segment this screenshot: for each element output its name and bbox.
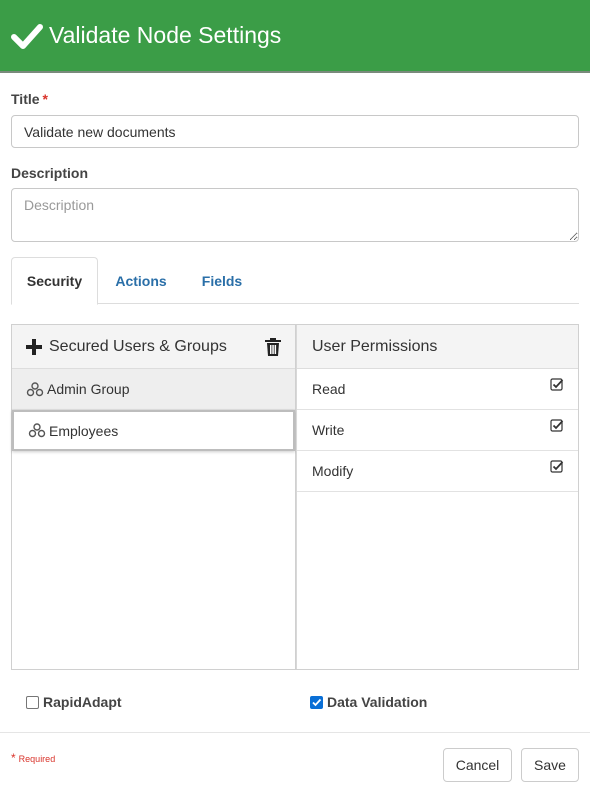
users-groups-panel: Secured Users & Groups Admin Group Emplo… bbox=[12, 325, 296, 669]
permission-row-modify: Modify bbox=[297, 451, 578, 492]
permission-label: Read bbox=[312, 381, 346, 397]
group-row-employees[interactable]: Employees bbox=[12, 410, 295, 451]
description-label: Description bbox=[11, 165, 89, 181]
checkbox-unchecked-icon[interactable] bbox=[26, 695, 39, 709]
plus-icon[interactable] bbox=[26, 338, 42, 355]
required-note: * Required bbox=[11, 751, 55, 765]
user-permissions-header: User Permissions bbox=[297, 325, 578, 369]
group-icon bbox=[28, 423, 46, 439]
tab-actions[interactable]: Actions bbox=[107, 257, 175, 304]
data-validation-checkbox[interactable]: Data Validation bbox=[310, 694, 427, 710]
save-button[interactable]: Save bbox=[521, 748, 579, 782]
checkbox-checked-icon[interactable] bbox=[310, 695, 323, 709]
checkbox-checked-icon[interactable] bbox=[550, 378, 564, 392]
title-label: Title * bbox=[11, 91, 48, 107]
permission-label: Modify bbox=[312, 463, 354, 479]
data-validation-label: Data Validation bbox=[327, 694, 428, 710]
permission-row-read: Read bbox=[297, 369, 578, 410]
required-star: * bbox=[11, 751, 16, 765]
required-star: * bbox=[42, 91, 48, 107]
users-groups-title: Secured Users & Groups bbox=[49, 337, 227, 355]
group-label: Employees bbox=[49, 422, 119, 439]
users-groups-header: Secured Users & Groups bbox=[12, 325, 295, 369]
tab-bar: Security Actions Fields bbox=[11, 257, 579, 305]
title-input[interactable] bbox=[11, 115, 579, 148]
permission-row-write: Write bbox=[297, 410, 578, 451]
required-text: Required bbox=[18, 754, 56, 764]
checkmark-icon bbox=[11, 20, 43, 52]
dialog-title: Validate Node Settings bbox=[49, 22, 282, 48]
user-permissions-title: User Permissions bbox=[312, 337, 438, 355]
rapidadapt-label: RapidAdapt bbox=[43, 694, 122, 710]
rapidadapt-checkbox[interactable]: RapidAdapt bbox=[26, 694, 122, 710]
cancel-button[interactable]: Cancel bbox=[443, 748, 512, 782]
permission-label: Write bbox=[312, 422, 345, 438]
dialog-header: Validate Node Settings bbox=[0, 0, 590, 73]
title-label-text: Title bbox=[11, 91, 40, 107]
trash-icon[interactable] bbox=[264, 337, 282, 357]
description-textarea[interactable] bbox=[11, 188, 579, 242]
group-label: Admin Group bbox=[47, 381, 130, 397]
group-icon bbox=[26, 381, 44, 397]
tab-fields[interactable]: Fields bbox=[194, 257, 250, 304]
user-permissions-panel: User Permissions Read Write Modify bbox=[296, 325, 578, 669]
checkbox-checked-icon[interactable] bbox=[550, 460, 564, 474]
footer-divider bbox=[0, 732, 590, 733]
checkbox-checked-icon[interactable] bbox=[550, 419, 564, 433]
tab-security[interactable]: Security bbox=[11, 257, 98, 305]
group-row-admin[interactable]: Admin Group bbox=[12, 369, 295, 410]
security-panel: Secured Users & Groups Admin Group Emplo… bbox=[11, 324, 579, 670]
